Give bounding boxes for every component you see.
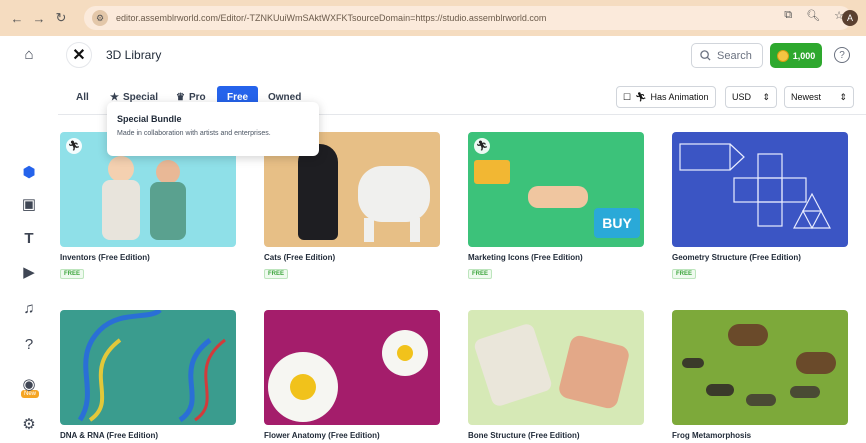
- free-badge: FREE: [672, 269, 697, 279]
- coins-button[interactable]: 1,000: [770, 43, 822, 68]
- card-thumbnail[interactable]: [672, 132, 848, 247]
- asset-card[interactable]: Frog Metamorphosis: [672, 310, 848, 440]
- free-badge: FREE: [468, 269, 493, 279]
- search-icon: [700, 50, 711, 61]
- running-figure-icon: 🏃︎: [635, 91, 647, 102]
- close-button[interactable]: ✕: [66, 42, 92, 68]
- tooltip-title: Special Bundle: [117, 114, 182, 124]
- asset-card[interactable]: Geometry Structure (Free Edition) FREE: [672, 132, 848, 280]
- sort-value: Newest: [791, 92, 822, 102]
- asset-card[interactable]: 🏃︎ BUY Marketing Icons (Free Edition) FR…: [468, 132, 644, 280]
- star-icon: ★: [110, 91, 119, 103]
- coins-value: 1,000: [792, 50, 816, 61]
- tab-pro-label: Pro: [188, 91, 206, 103]
- card-thumbnail[interactable]: [672, 310, 848, 425]
- home-icon[interactable]: ⌂: [19, 44, 39, 64]
- has-animation-toggle[interactable]: ☐ 🏃︎ Has Animation: [616, 86, 716, 108]
- asset-card[interactable]: Bone Structure (Free Edition): [468, 310, 644, 440]
- animation-icon: 🏃︎: [474, 138, 490, 154]
- card-title: Marketing Icons (Free Edition): [468, 253, 583, 262]
- search-button[interactable]: Search: [691, 43, 763, 68]
- currency-value: USD: [732, 92, 752, 102]
- site-info-icon[interactable]: ⚙: [92, 10, 108, 26]
- chevron-updown-icon: ⇕: [839, 91, 847, 102]
- asset-card[interactable]: Flower Anatomy (Free Edition): [264, 310, 440, 440]
- forward-icon[interactable]: →: [30, 9, 48, 27]
- tooltip-description: Made in collaboration with artists and e…: [117, 130, 271, 137]
- asset-card[interactable]: DNA & RNA (Free Edition): [60, 310, 236, 440]
- card-title: Inventors (Free Edition): [60, 253, 150, 262]
- text-icon[interactable]: T: [19, 228, 39, 248]
- tab-all[interactable]: All: [72, 86, 93, 108]
- free-badge: FREE: [60, 269, 85, 279]
- card-title: Cats (Free Edition): [264, 253, 336, 262]
- crown-icon: ♛: [176, 91, 185, 103]
- tab-special-label: Special: [122, 91, 158, 103]
- card-thumbnail[interactable]: [60, 310, 236, 425]
- cube-icon[interactable]: ⬢: [19, 162, 39, 182]
- card-title: DNA & RNA (Free Edition): [60, 431, 159, 440]
- back-icon[interactable]: ←: [8, 9, 26, 27]
- currency-select[interactable]: USD ⇕: [725, 86, 777, 108]
- special-bundle-tooltip: Special Bundle Made in collaboration wit…: [107, 102, 319, 156]
- chevron-updown-icon: ⇕: [762, 91, 770, 102]
- music-icon[interactable]: ♫: [19, 298, 39, 318]
- search-label: Search: [717, 49, 752, 62]
- settings-icon[interactable]: ⚙: [19, 414, 39, 434]
- zoom-icon[interactable]: 🔍︎: [806, 9, 820, 22]
- geometry-net-icon: [679, 143, 831, 230]
- tab-cast-icon[interactable]: ⧉: [784, 9, 792, 22]
- help-icon[interactable]: ?: [19, 334, 39, 354]
- page-title: 3D Library: [106, 48, 162, 62]
- dna-helix-icon: [77, 310, 226, 423]
- card-title: Frog Metamorphosis: [672, 431, 752, 440]
- card-title: Bone Structure (Free Edition): [468, 431, 580, 440]
- card-thumbnail[interactable]: [264, 310, 440, 425]
- sort-select[interactable]: Newest ⇕: [784, 86, 854, 108]
- address-bar[interactable]: ⚙ editor.assemblrworld.com/Editor/-TZNKU…: [84, 6, 852, 30]
- camera-icon[interactable]: ◉: [19, 374, 39, 394]
- coin-icon: [776, 49, 789, 62]
- help-button[interactable]: ?: [834, 47, 850, 63]
- has-animation-label: Has Animation: [650, 92, 709, 102]
- video-icon[interactable]: ▶: [19, 262, 39, 282]
- buy-sign-icon: BUY: [594, 208, 640, 238]
- checkbox-icon: ☐: [623, 91, 632, 102]
- card-thumbnail[interactable]: 🏃︎ BUY: [468, 132, 644, 247]
- profile-avatar[interactable]: A: [842, 10, 858, 26]
- animation-icon: 🏃︎: [66, 138, 82, 154]
- sidebar: ⌂ ⬢ ▣ T ▶ ♫ ? New ◉ ⚙: [0, 36, 58, 443]
- card-title: Geometry Structure (Free Edition): [672, 253, 801, 262]
- tab-all-label: All: [76, 91, 89, 103]
- free-badge: FREE: [264, 269, 289, 279]
- card-title: Flower Anatomy (Free Edition): [264, 431, 380, 440]
- url-text: editor.assemblrworld.com/Editor/-TZNKUui…: [116, 13, 547, 23]
- image-icon[interactable]: ▣: [19, 194, 39, 214]
- tab-owned-label: Owned: [268, 91, 302, 103]
- tab-free-label: Free: [227, 91, 249, 103]
- reload-icon[interactable]: ↻: [52, 9, 70, 27]
- card-thumbnail[interactable]: [468, 310, 644, 425]
